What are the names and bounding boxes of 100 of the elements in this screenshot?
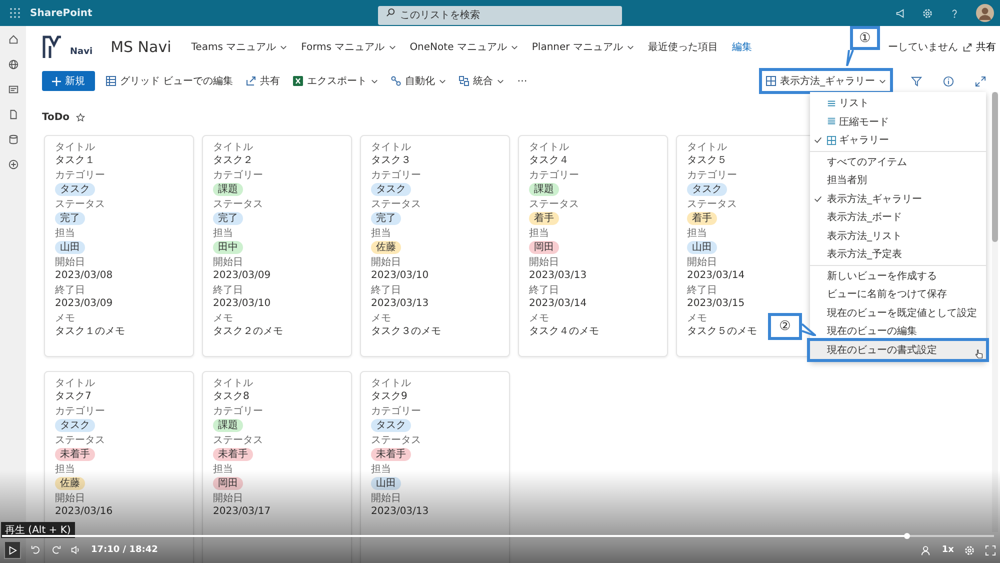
tag-pill: 着手 — [687, 212, 717, 225]
field-value: 2023/03/10 — [371, 270, 429, 282]
callout-number: ① — [850, 26, 880, 50]
field-label: 開始日 — [371, 257, 401, 269]
field-label: 担当 — [55, 464, 75, 476]
menu-item[interactable]: 圧縮モード — [810, 112, 986, 131]
field-label: メモ — [687, 313, 707, 325]
field-label: 終了日 — [687, 285, 717, 297]
field-label: タイトル — [213, 142, 253, 154]
field-value: タスク１のメモ — [55, 326, 125, 338]
field-value: 2023/03/16 — [55, 506, 113, 518]
field-label: ステータス — [213, 199, 263, 211]
nav-link[interactable]: 最近使った項目 — [648, 40, 718, 54]
search-field[interactable]: このリストを検索 — [378, 6, 622, 25]
field-value: タスク３ — [371, 155, 411, 167]
site-name[interactable]: MS Navi — [110, 38, 172, 56]
edit-link[interactable]: 編集 — [732, 40, 752, 54]
callout-number: ② — [768, 313, 802, 340]
field-label: ステータス — [687, 199, 737, 211]
command-button[interactable]: 自動化 — [389, 72, 448, 90]
field-label: ステータス — [529, 199, 579, 211]
command-button[interactable]: グリッド ビューでの編集 — [104, 72, 236, 90]
tag-pill: 山田 — [371, 477, 401, 490]
logo-text: Navi — [70, 47, 93, 57]
field-label: 担当 — [213, 228, 233, 240]
nav-menu[interactable]: Teams マニュアル — [191, 40, 288, 54]
view-switcher-button[interactable]: 表示方法_ギャラリー — [762, 71, 890, 91]
field-value: タスク４ — [529, 155, 569, 167]
field-value: 2023/03/09 — [213, 270, 271, 282]
field-label: 開始日 — [55, 493, 85, 505]
tag-pill: タスク — [55, 419, 95, 432]
tag-pill: タスク — [55, 183, 95, 196]
field-label: 終了日 — [371, 285, 401, 297]
more-button[interactable]: ⋯ — [515, 74, 530, 88]
field-value: タスク４のメモ — [529, 326, 599, 338]
field-value: 2023/03/15 — [687, 298, 745, 310]
tag-pill: 完了 — [213, 212, 243, 225]
field-label: 担当 — [371, 228, 391, 240]
task-card[interactable]: タイトル タスク３ カテゴリー タスク ステータス 完了 担当 佐藤 開始日 2023/03/10 終了日 2023/03/13 メモ タスク３のメモ — [360, 135, 510, 357]
tag-pill: 田中 — [213, 241, 243, 254]
nav-menu[interactable]: Planner マニュアル — [532, 40, 634, 54]
tag-pill: 完了 — [371, 212, 401, 225]
nav-menu[interactable]: OneNote マニュアル — [410, 40, 518, 54]
field-label: メモ — [529, 313, 549, 325]
field-label: 終了日 — [529, 285, 559, 297]
command-button[interactable]: 統合 — [457, 72, 506, 90]
share-button[interactable]: 共有 — [963, 40, 996, 54]
task-card[interactable]: タイトル タスク４ カテゴリー 課題 ステータス 着手 担当 岡田 開始日 2023/03/13 終了日 2023/03/14 メモ タスク４のメモ — [518, 135, 668, 357]
field-label: 開始日 — [529, 257, 559, 269]
field-label: メモ — [213, 313, 233, 325]
field-value: タスク8 — [213, 391, 250, 403]
tag-pill: 岡田 — [213, 477, 243, 490]
task-card[interactable]: タイトル タスク１ カテゴリー タスク ステータス 完了 担当 山田 開始日 2023/03/08 終了日 2023/03/09 メモ タスク１のメモ — [44, 135, 194, 357]
task-card[interactable]: タイトル タスク２ カテゴリー 課題 ステータス 完了 担当 田中 開始日 2023/03/09 終了日 2023/03/10 メモ タスク２のメモ — [202, 135, 352, 357]
field-label: タイトル — [371, 378, 411, 390]
field-label: タイトル — [371, 142, 411, 154]
field-value: タスク２ — [213, 155, 253, 167]
app-name[interactable]: SharePoint — [30, 8, 92, 18]
field-value: タスク9 — [371, 391, 408, 403]
field-label: 開始日 — [213, 493, 243, 505]
field-label: タイトル — [687, 142, 727, 154]
field-label: 担当 — [213, 464, 233, 476]
list-title: ToDo — [42, 112, 70, 123]
menu-item[interactable]: 現在のビューの書式設定 — [810, 340, 986, 359]
field-label: カテゴリー — [55, 170, 105, 182]
field-value: 2023/03/10 — [213, 298, 271, 310]
field-label: カテゴリー — [213, 406, 263, 418]
tag-pill: 山田 — [687, 241, 717, 254]
follow-status[interactable]: ーしていません — [888, 40, 958, 54]
field-value: 2023/03/09 — [55, 298, 113, 310]
tag-pill: 佐藤 — [371, 241, 401, 254]
command-button[interactable]: エクスポート — [291, 72, 380, 90]
field-label: 終了日 — [213, 285, 243, 297]
tag-pill: 課題 — [213, 183, 243, 196]
field-label: ステータス — [371, 435, 421, 447]
tag-pill: タスク — [371, 419, 411, 432]
field-label: メモ — [371, 313, 391, 325]
field-label: 担当 — [529, 228, 549, 240]
field-label: メモ — [55, 313, 75, 325]
field-value: 2023/03/08 — [55, 270, 113, 282]
field-label: カテゴリー — [529, 170, 579, 182]
nav-menu[interactable]: Forms マニュアル — [301, 40, 396, 54]
field-value: タスク２のメモ — [213, 326, 283, 338]
field-label: カテゴリー — [371, 406, 421, 418]
field-label: 開始日 — [687, 257, 717, 269]
field-label: 開始日 — [213, 257, 243, 269]
tag-pill: 未着手 — [213, 448, 253, 461]
tag-pill: 課題 — [213, 419, 243, 432]
field-label: タイトル — [55, 378, 95, 390]
menu-item[interactable]: リスト — [810, 94, 986, 112]
tag-pill: タスク — [687, 183, 727, 196]
field-value: タスク１ — [55, 155, 95, 167]
tag-pill: 未着手 — [55, 448, 95, 461]
command-button[interactable]: 共有 — [244, 72, 282, 90]
field-value: 2023/03/17 — [213, 506, 271, 518]
tag-pill: 未着手 — [371, 448, 411, 461]
speed-button[interactable]: 1x — [942, 545, 954, 555]
new-button[interactable]: 新規 — [42, 71, 95, 91]
field-label: カテゴリー — [55, 406, 105, 418]
field-value: タスク7 — [55, 391, 92, 403]
